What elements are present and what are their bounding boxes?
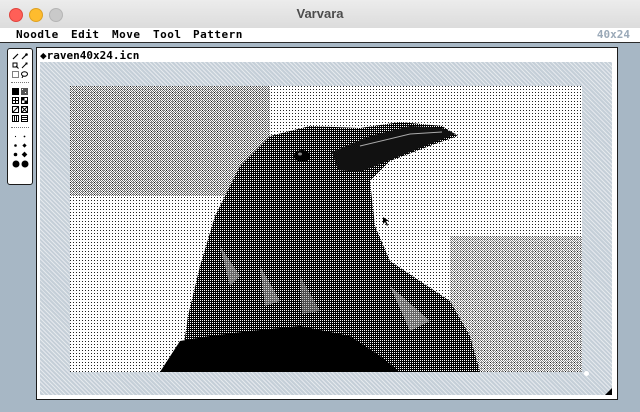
pattern-diag-icon[interactable] bbox=[12, 106, 19, 113]
menu-tool[interactable]: Tool bbox=[153, 29, 182, 41]
window-title: Varvara bbox=[296, 6, 344, 21]
document-title: ◆raven40x24.icn bbox=[40, 49, 142, 62]
size-6-icon[interactable] bbox=[21, 151, 28, 158]
magic-icon[interactable] bbox=[21, 62, 28, 69]
toolbox-divider bbox=[11, 127, 29, 128]
zoom-icon[interactable] bbox=[12, 62, 19, 69]
diamond-icon: ◆ bbox=[40, 49, 47, 62]
size-8-icon[interactable] bbox=[21, 160, 29, 168]
size-3-icon[interactable] bbox=[12, 142, 19, 149]
pattern-vbars-icon[interactable] bbox=[12, 115, 19, 122]
select-icon[interactable] bbox=[12, 71, 19, 78]
app-window: Varvara Noodle Edit Move Tool Pattern 40… bbox=[0, 0, 640, 412]
title-bar[interactable]: Varvara bbox=[0, 0, 640, 29]
pen-icon[interactable] bbox=[12, 53, 19, 60]
resize-grip-icon[interactable] bbox=[605, 388, 612, 395]
pattern-cross-icon[interactable] bbox=[21, 106, 28, 113]
pattern-solid-icon[interactable] bbox=[12, 88, 19, 95]
pattern-checker-icon[interactable] bbox=[21, 97, 28, 104]
size-4-icon[interactable] bbox=[21, 142, 28, 149]
size-7-icon[interactable] bbox=[12, 160, 20, 168]
brush-icon[interactable] bbox=[21, 53, 28, 60]
drawing-canvas[interactable] bbox=[70, 86, 582, 372]
document-filename: raven40x24.icn bbox=[46, 49, 140, 62]
raven-image bbox=[70, 86, 582, 372]
menu-move[interactable]: Move bbox=[112, 29, 141, 41]
menu-edit[interactable]: Edit bbox=[71, 29, 100, 41]
size-5-icon[interactable] bbox=[12, 151, 19, 158]
size-1-icon[interactable] bbox=[12, 133, 19, 140]
menu-bar: Noodle Edit Move Tool Pattern 40x24 bbox=[0, 28, 640, 43]
lasso-icon[interactable] bbox=[21, 71, 28, 78]
menu-noodle[interactable]: Noodle bbox=[16, 29, 59, 41]
pattern-hbars-icon[interactable] bbox=[21, 115, 28, 122]
pattern-dots-icon[interactable] bbox=[21, 88, 28, 95]
menu-pattern[interactable]: Pattern bbox=[193, 29, 243, 41]
pattern-grid-icon[interactable] bbox=[12, 97, 19, 104]
size-2-icon[interactable] bbox=[21, 133, 28, 140]
tool-palette bbox=[7, 48, 33, 185]
document-frame: ◆raven40x24.icn bbox=[36, 47, 618, 400]
canvas-size-readout: 40x24 bbox=[596, 28, 630, 41]
toolbox-divider bbox=[11, 82, 29, 83]
canvas-resize-handle[interactable] bbox=[584, 371, 589, 376]
